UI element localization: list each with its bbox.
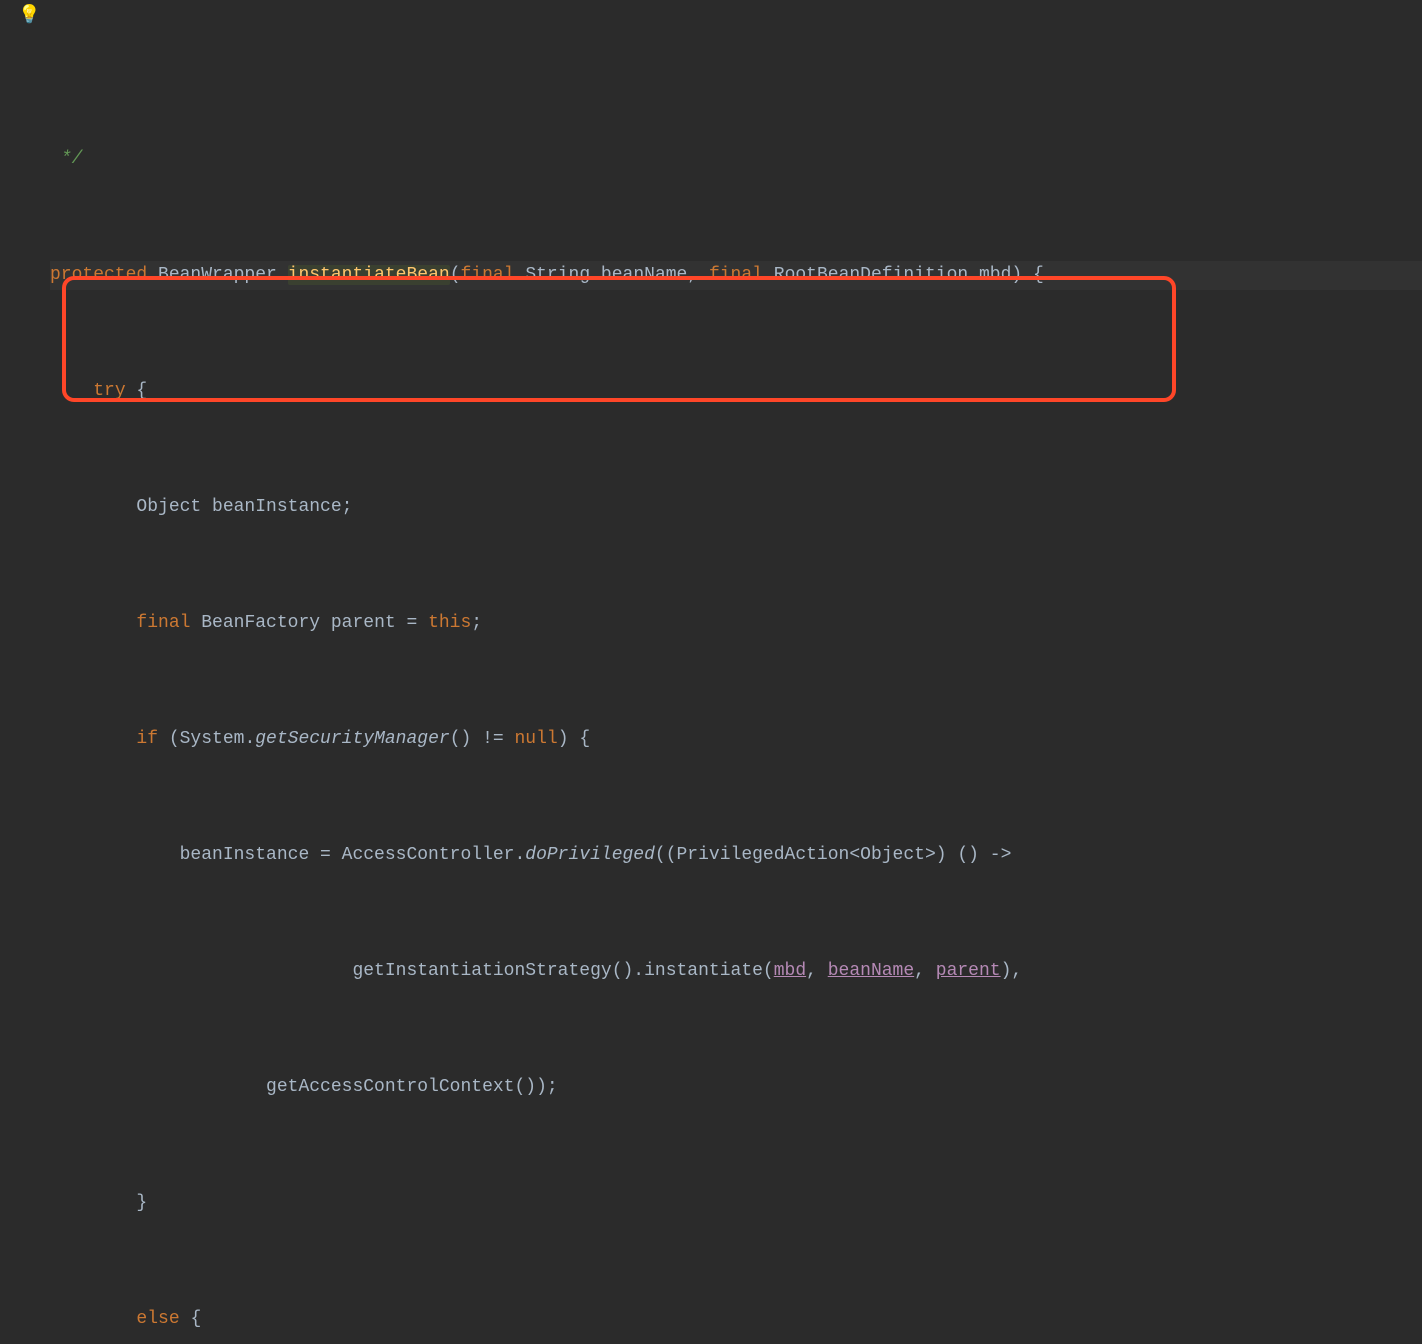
intention-bulb-icon[interactable]: 💡 <box>18 2 40 31</box>
code-line: Object beanInstance; <box>50 493 1422 522</box>
code-line: getInstantiationStrategy().instantiate(m… <box>50 957 1422 986</box>
code-line: protected BeanWrapper instantiateBean(fi… <box>50 261 1422 290</box>
code-line: try { <box>50 377 1422 406</box>
code-line: beanInstance = AccessController.doPrivil… <box>50 841 1422 870</box>
code-editor[interactable]: 💡 */ protected BeanWrapper instantiateBe… <box>0 0 1422 1344</box>
code-line: } <box>50 1189 1422 1218</box>
code-line: */ <box>50 145 1422 174</box>
code-line: final BeanFactory parent = this; <box>50 609 1422 638</box>
code-line: else { <box>50 1305 1422 1334</box>
code-line: if (System.getSecurityManager() != null)… <box>50 725 1422 754</box>
code-line: getAccessControlContext()); <box>50 1073 1422 1102</box>
